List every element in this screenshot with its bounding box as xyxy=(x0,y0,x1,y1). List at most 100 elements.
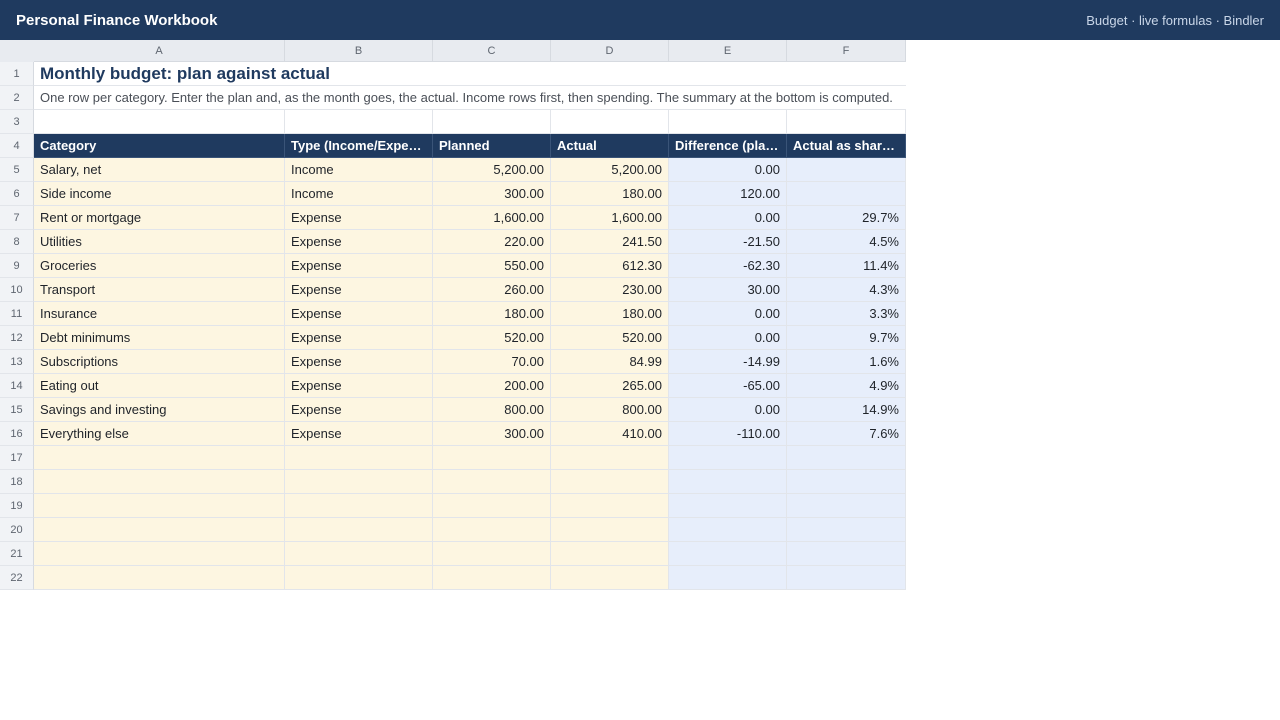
actual-cell[interactable]: 84.99 xyxy=(551,350,669,374)
empty-cell[interactable] xyxy=(285,470,433,494)
row-number[interactable]: 2 xyxy=(0,86,34,110)
sheet-description[interactable]: One row per category. Enter the plan and… xyxy=(34,86,906,110)
empty-cell[interactable] xyxy=(34,566,285,590)
share-cell[interactable]: 9.7% xyxy=(787,326,906,350)
empty-cell[interactable] xyxy=(787,542,906,566)
difference-cell[interactable]: 0.00 xyxy=(669,302,787,326)
empty-cell[interactable] xyxy=(285,566,433,590)
empty-cell[interactable] xyxy=(787,470,906,494)
empty-cell[interactable] xyxy=(433,446,551,470)
share-cell[interactable]: 4.3% xyxy=(787,278,906,302)
share-cell[interactable]: 4.5% xyxy=(787,230,906,254)
row-number[interactable]: 7 xyxy=(0,206,34,230)
empty-cell[interactable] xyxy=(551,566,669,590)
row-number[interactable]: 3 xyxy=(0,110,34,134)
category-cell[interactable]: Insurance xyxy=(34,302,285,326)
actual-cell[interactable]: 5,200.00 xyxy=(551,158,669,182)
row-number[interactable]: 16 xyxy=(0,422,34,446)
empty-cell[interactable] xyxy=(433,494,551,518)
row-number[interactable]: 22 xyxy=(0,566,34,590)
actual-cell[interactable]: 180.00 xyxy=(551,302,669,326)
share-cell[interactable]: 1.6% xyxy=(787,350,906,374)
planned-cell[interactable]: 260.00 xyxy=(433,278,551,302)
planned-cell[interactable]: 220.00 xyxy=(433,230,551,254)
actual-cell[interactable]: 265.00 xyxy=(551,374,669,398)
row-number[interactable]: 18 xyxy=(0,470,34,494)
empty-cell[interactable] xyxy=(34,446,285,470)
planned-cell[interactable]: 550.00 xyxy=(433,254,551,278)
share-cell[interactable]: 7.6% xyxy=(787,422,906,446)
type-cell[interactable]: Expense xyxy=(285,302,433,326)
empty-cell[interactable] xyxy=(551,446,669,470)
type-cell[interactable]: Expense xyxy=(285,398,433,422)
actual-cell[interactable]: 800.00 xyxy=(551,398,669,422)
difference-cell[interactable]: 120.00 xyxy=(669,182,787,206)
empty-cell[interactable] xyxy=(433,542,551,566)
actual-cell[interactable]: 612.30 xyxy=(551,254,669,278)
row-number[interactable]: 14 xyxy=(0,374,34,398)
difference-cell[interactable]: 0.00 xyxy=(669,206,787,230)
empty-cell[interactable] xyxy=(34,542,285,566)
empty-cell[interactable] xyxy=(433,518,551,542)
actual-cell[interactable]: 520.00 xyxy=(551,326,669,350)
empty-cell[interactable] xyxy=(551,494,669,518)
empty-cell[interactable] xyxy=(669,446,787,470)
category-cell[interactable]: Savings and investing xyxy=(34,398,285,422)
type-cell[interactable]: Expense xyxy=(285,206,433,230)
planned-cell[interactable]: 200.00 xyxy=(433,374,551,398)
row-number[interactable]: 1 xyxy=(0,62,34,86)
share-cell[interactable] xyxy=(787,158,906,182)
difference-cell[interactable]: -21.50 xyxy=(669,230,787,254)
row-number[interactable]: 8 xyxy=(0,230,34,254)
row-number[interactable]: 11 xyxy=(0,302,34,326)
empty-cell[interactable] xyxy=(787,494,906,518)
table-header-cell[interactable]: Actual xyxy=(551,134,669,158)
category-cell[interactable]: Salary, net xyxy=(34,158,285,182)
empty-cell[interactable] xyxy=(285,542,433,566)
table-header-cell[interactable]: Type (Income/Expen… xyxy=(285,134,433,158)
category-cell[interactable]: Debt minimums xyxy=(34,326,285,350)
row-number[interactable]: 21 xyxy=(0,542,34,566)
category-cell[interactable]: Everything else xyxy=(34,422,285,446)
difference-cell[interactable]: -62.30 xyxy=(669,254,787,278)
share-cell[interactable] xyxy=(787,182,906,206)
empty-cell[interactable] xyxy=(285,446,433,470)
row-number[interactable]: 20 xyxy=(0,518,34,542)
share-cell[interactable]: 11.4% xyxy=(787,254,906,278)
difference-cell[interactable]: 0.00 xyxy=(669,326,787,350)
sheet-title[interactable]: Monthly budget: plan against actual xyxy=(34,62,906,86)
empty-cell[interactable] xyxy=(669,470,787,494)
type-cell[interactable]: Expense xyxy=(285,326,433,350)
row-number[interactable]: 10 xyxy=(0,278,34,302)
empty-cell[interactable] xyxy=(669,542,787,566)
empty-cell[interactable] xyxy=(34,494,285,518)
actual-cell[interactable]: 230.00 xyxy=(551,278,669,302)
empty-cell[interactable] xyxy=(551,542,669,566)
empty-cell[interactable] xyxy=(669,494,787,518)
planned-cell[interactable]: 300.00 xyxy=(433,422,551,446)
planned-cell[interactable]: 300.00 xyxy=(433,182,551,206)
empty-cell[interactable] xyxy=(669,110,787,134)
empty-cell[interactable] xyxy=(669,518,787,542)
table-header-cell[interactable]: Category xyxy=(34,134,285,158)
column-header-a[interactable]: A xyxy=(34,40,285,62)
empty-cell[interactable] xyxy=(551,470,669,494)
empty-cell[interactable] xyxy=(787,518,906,542)
actual-cell[interactable]: 410.00 xyxy=(551,422,669,446)
empty-cell[interactable] xyxy=(433,110,551,134)
category-cell[interactable]: Groceries xyxy=(34,254,285,278)
row-number[interactable]: 9 xyxy=(0,254,34,278)
category-cell[interactable]: Utilities xyxy=(34,230,285,254)
actual-cell[interactable]: 1,600.00 xyxy=(551,206,669,230)
type-cell[interactable]: Expense xyxy=(285,374,433,398)
planned-cell[interactable]: 800.00 xyxy=(433,398,551,422)
difference-cell[interactable]: 0.00 xyxy=(669,398,787,422)
empty-cell[interactable] xyxy=(433,566,551,590)
type-cell[interactable]: Expense xyxy=(285,350,433,374)
actual-cell[interactable]: 241.50 xyxy=(551,230,669,254)
column-header-e[interactable]: E xyxy=(669,40,787,62)
planned-cell[interactable]: 180.00 xyxy=(433,302,551,326)
type-cell[interactable]: Expense xyxy=(285,278,433,302)
planned-cell[interactable]: 5,200.00 xyxy=(433,158,551,182)
type-cell[interactable]: Income xyxy=(285,182,433,206)
